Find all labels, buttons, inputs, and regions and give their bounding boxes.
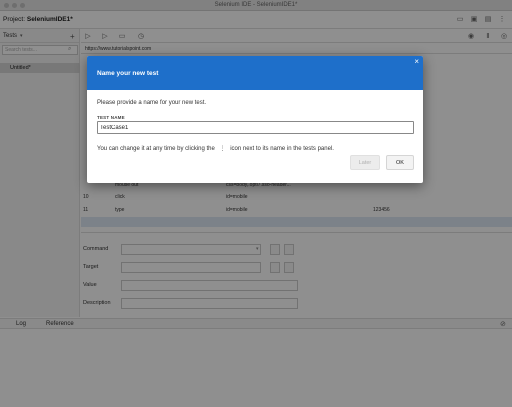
ok-button[interactable]: OK xyxy=(386,155,414,170)
dialog-hint: You can change it at any time by clickin… xyxy=(97,145,334,152)
dialog-prompt: Please provide a name for your new test. xyxy=(97,100,207,106)
kebab-menu-icon: ⋮ xyxy=(219,146,226,152)
hint-text-after: icon next to its name in the tests panel… xyxy=(230,146,334,152)
dialog-title: Name your new test xyxy=(97,70,159,77)
later-button[interactable]: Later xyxy=(350,155,380,170)
hint-text-before: You can change it at any time by clickin… xyxy=(97,146,215,152)
new-test-dialog: Name your new test × Please provide a na… xyxy=(87,56,423,183)
test-name-input[interactable] xyxy=(97,121,414,134)
close-icon[interactable]: × xyxy=(414,58,419,66)
dialog-header: Name your new test × xyxy=(87,56,423,90)
test-name-label: TEST NAME xyxy=(97,115,125,120)
